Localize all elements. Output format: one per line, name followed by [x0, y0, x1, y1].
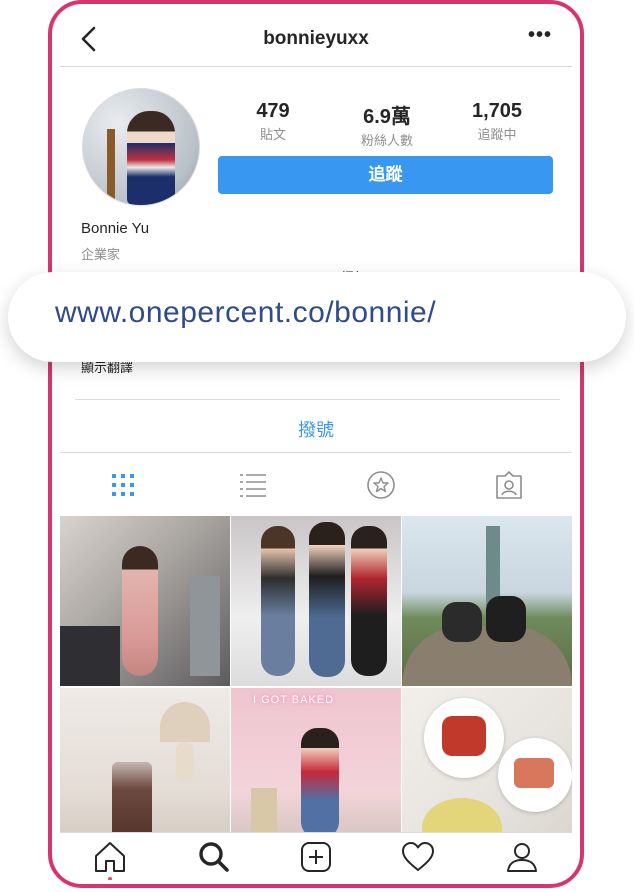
call-button[interactable]: 撥號 — [60, 416, 572, 442]
tagged-photos-icon[interactable] — [494, 470, 524, 500]
stat-posts[interactable]: 479 貼文 — [228, 100, 318, 143]
new-post-icon[interactable] — [298, 839, 334, 875]
divider — [75, 399, 560, 400]
photo-subject — [309, 522, 345, 677]
phone-frame: bonnieyuxx ••• 479 貼文 6.9萬 粉絲人數 1,705 追蹤… — [48, 0, 584, 888]
url-banner: www.onepercent.co/bonnie/ — [8, 272, 626, 362]
photo-detail — [190, 576, 220, 676]
bottom-navigation — [60, 832, 572, 880]
activity-heart-icon[interactable] — [400, 839, 436, 875]
photo-detail — [160, 702, 210, 742]
grid-photo-friends[interactable] — [231, 516, 401, 686]
search-icon[interactable] — [196, 839, 232, 875]
top-bar: bonnieyuxx ••• — [60, 12, 572, 67]
photo-subject — [122, 546, 158, 676]
photo-subject — [261, 526, 295, 676]
notification-dot — [108, 877, 112, 880]
guides-star-icon[interactable] — [366, 470, 396, 500]
avatar[interactable] — [82, 88, 200, 206]
profile-icon[interactable] — [504, 839, 540, 875]
posts-count: 479 — [256, 100, 290, 122]
profile-tabs — [60, 462, 572, 512]
photo-subject — [514, 758, 554, 788]
photo-grid: I GOT BAKED — [60, 516, 572, 858]
photo-subject — [351, 526, 387, 676]
photo-subject — [301, 728, 339, 838]
grid-view-icon[interactable] — [108, 470, 138, 500]
profile-username: bonnieyuxx — [263, 28, 369, 49]
follow-button[interactable]: 追蹤 — [218, 156, 553, 194]
avatar-person — [127, 111, 175, 205]
list-view-icon[interactable] — [238, 470, 268, 500]
stat-followers[interactable]: 6.9萬 粉絲人數 — [342, 100, 432, 149]
followers-label: 粉絲人數 — [360, 133, 413, 148]
photo-subject — [486, 596, 526, 642]
grid-photo-city[interactable] — [402, 516, 572, 686]
profile-screen: bonnieyuxx ••• 479 貼文 6.9萬 粉絲人數 1,705 追蹤… — [60, 12, 572, 880]
profile-category: 企業家 — [81, 247, 121, 262]
photo-detail — [60, 626, 120, 686]
profile-name: Bonnie Yu — [81, 220, 150, 237]
neon-sign: I GOT BAKED — [253, 694, 335, 706]
photo-detail — [176, 742, 194, 782]
profile-website-link[interactable]: www.onepercent.co/bonnie/ — [55, 296, 436, 330]
photo-detail — [486, 526, 500, 606]
photo-subject — [442, 716, 486, 756]
stat-following[interactable]: 1,705 追蹤中 — [452, 100, 542, 143]
following-count: 1,705 — [471, 100, 523, 122]
photo-subject — [442, 602, 482, 642]
followers-count: 6.9萬 — [363, 106, 411, 128]
grid-photo-gym[interactable] — [60, 516, 230, 686]
posts-label: 貼文 — [259, 127, 286, 142]
home-icon[interactable] — [92, 839, 128, 875]
following-label: 追蹤中 — [477, 127, 517, 142]
avatar-background — [107, 129, 115, 205]
more-options-icon[interactable]: ••• — [528, 24, 552, 47]
divider — [60, 452, 572, 453]
